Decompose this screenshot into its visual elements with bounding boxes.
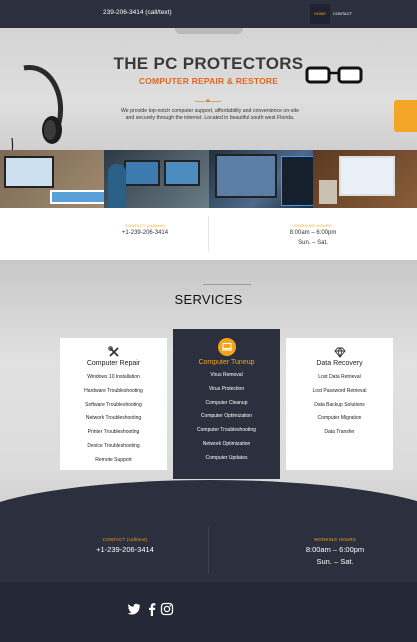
- service-item: Computer Migration: [317, 415, 362, 422]
- hours-label: WORKING HOURS: [294, 223, 332, 228]
- nav-contact-link[interactable]: CONTACT: [333, 4, 352, 24]
- service-card-recovery: Data Recovery Lost Data Retrieval Lost P…: [286, 338, 393, 470]
- footer-contact-label: CONTACT (call/text): [102, 537, 148, 542]
- photo-strip: [0, 150, 417, 208]
- photo-desk: [312, 150, 417, 208]
- top-bar: 239-206-3414 (call/text) HOME CONTACT: [0, 0, 417, 28]
- service-item: Hardware Troubleshooting: [84, 387, 143, 394]
- services-rule: [203, 284, 251, 285]
- service-item: Lost Data Retrieval: [318, 374, 361, 380]
- service-list: Virus Removal Virus Protection Computer …: [173, 369, 280, 466]
- header-phone[interactable]: 239-206-3414 (call/text): [103, 9, 172, 16]
- service-item: Network Troubleshooting: [85, 415, 142, 422]
- service-card-tuneup: Computer Tuneup Virus Removal Virus Prot…: [173, 329, 280, 479]
- service-item: Device Troubleshooting: [87, 442, 140, 449]
- service-item: Computer Updates: [205, 454, 248, 461]
- service-item: Windows 10 Installation: [87, 374, 140, 380]
- facebook-icon[interactable]: [145, 602, 159, 616]
- photo-gaming-pc: [208, 150, 313, 208]
- service-item: Virus Removal: [210, 372, 243, 378]
- services-title: SERVICES: [174, 292, 243, 307]
- photo-technician: [104, 150, 209, 208]
- footer-contact: CONTACT (call/text) +1-239-206-3414 WORK…: [0, 518, 417, 582]
- service-item: Computer Optimization: [200, 413, 253, 420]
- service-item: Lost Password Retrieval: [312, 387, 367, 394]
- photo-laptop: [0, 150, 105, 208]
- footer-contact-divider: [208, 526, 209, 574]
- section-curve: [0, 480, 417, 518]
- laptop-icon: [173, 338, 280, 361]
- service-item: Software Troubleshooting: [85, 401, 142, 408]
- hero-tab: [175, 28, 243, 34]
- contact-phone[interactable]: +1-239-206-3414: [104, 230, 186, 236]
- service-item: Computer Cleanup: [205, 399, 248, 406]
- hero-title: THE PC PROTECTORS: [113, 54, 304, 73]
- hours-days: Sun. – Sat.: [298, 240, 328, 246]
- service-list: Lost Data Retrieval Lost Password Retrie…: [286, 371, 393, 440]
- footer-hours-label: WORKING HOURS: [313, 537, 357, 542]
- footer-social: [0, 582, 417, 642]
- instagram-icon[interactable]: [160, 602, 174, 616]
- service-card-title: Computer Repair: [86, 360, 141, 367]
- contact-divider: [208, 216, 209, 252]
- service-item: Network Optimization: [202, 440, 251, 447]
- mug-image: [394, 100, 417, 132]
- service-card-title: Computer Tuneup: [198, 359, 255, 366]
- service-item: Virus Protection: [208, 385, 245, 392]
- hero-description: We provide top-notch computer support, a…: [120, 108, 300, 121]
- footer-hours-time: 8:00am – 6:00pm: [305, 545, 365, 554]
- service-list: Windows 10 Installation Hardware Trouble…: [60, 371, 167, 468]
- hours-time: 8:00am – 6:00pm: [289, 230, 337, 236]
- service-card-title: Data Recovery: [316, 360, 363, 367]
- hero-subtitle: COMPUTER REPAIR & RESTORE: [138, 76, 279, 86]
- contact-band: CONTACT (call/text) +1-239-206-3414 WORK…: [0, 208, 417, 260]
- service-item: Remote Support: [95, 456, 132, 463]
- service-card-repair: Computer Repair Windows 10 Installation …: [60, 338, 167, 470]
- service-item: Data Transfer: [324, 429, 355, 436]
- divider-ornament-icon: ◆: [206, 98, 210, 104]
- contact-label: CONTACT (call/text): [124, 223, 166, 228]
- service-item: Computer Troubleshooting: [197, 427, 256, 434]
- nav-home-link[interactable]: HOME: [310, 4, 330, 24]
- service-item: Data Backup Solutions: [314, 401, 365, 408]
- service-item: Printer Troubleshooting: [87, 429, 140, 436]
- twitter-icon[interactable]: [127, 602, 141, 616]
- footer-hours-days: Sun. – Sat.: [316, 557, 354, 566]
- services-section: SERVICES Computer Repair Windows 10 Inst…: [0, 260, 417, 518]
- footer-contact-phone[interactable]: +1-239-206-3414: [80, 545, 170, 554]
- hero-section: THE PC PROTECTORS COMPUTER REPAIR & REST…: [0, 28, 417, 150]
